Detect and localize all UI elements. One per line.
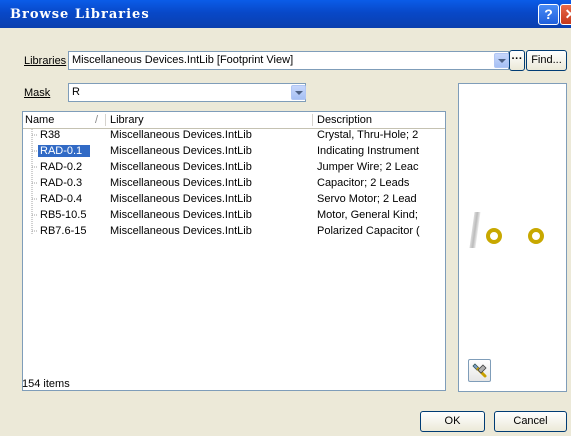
row-library: Miscellaneous Devices.IntLib [110,177,252,189]
row-library: Miscellaneous Devices.IntLib [110,145,252,157]
find-button[interactable]: Find... [526,50,567,71]
column-divider[interactable] [312,114,313,126]
row-library: Miscellaneous Devices.IntLib [110,209,252,221]
row-description: Crystal, Thru-Hole; 2 [317,129,419,141]
table-row[interactable]: RAD-0.3 Miscellaneous Devices.IntLib Cap… [23,176,445,190]
row-description: Motor, General Kind; [317,209,418,221]
chevron-down-icon[interactable] [291,85,306,100]
row-description: Polarized Capacitor ( [317,225,420,237]
mask-combo[interactable]: R [68,83,306,102]
column-header-description[interactable]: Description [317,114,372,126]
chevron-down-icon[interactable] [494,53,509,68]
table-row[interactable]: RB5-10.5 Miscellaneous Devices.IntLib Mo… [23,208,445,222]
row-name: RAD-0.2 [40,161,83,173]
help-button[interactable]: ? [538,4,559,25]
libraries-combo[interactable]: Miscellaneous Devices.IntLib [Footprint … [68,51,509,70]
mask-value: R [72,86,80,98]
browse-ellipsis-button[interactable]: ··· [509,50,525,71]
table-row[interactable]: RB7.6-15 Miscellaneous Devices.IntLib Po… [23,224,445,238]
footprint-preview[interactable] [458,83,567,392]
row-name: RAD-0.4 [40,193,83,205]
ok-button[interactable]: OK [420,411,485,432]
row-name: R38 [40,129,61,141]
wrench-glyph [472,363,487,378]
window-title: Browse Libraries [10,7,150,22]
pad-icon [486,228,502,244]
row-name: RAD-0.3 [40,177,83,189]
row-library: Miscellaneous Devices.IntLib [110,225,252,237]
libraries-label: Libraries [24,55,67,67]
item-count: 154 items [22,378,70,390]
row-name: RAD-0.1 [37,144,91,158]
table-row-selected[interactable]: RAD-0.1 Miscellaneous Devices.IntLib Ind… [23,144,445,158]
row-library: Miscellaneous Devices.IntLib [110,161,252,173]
table-row[interactable]: RAD-0.4 Miscellaneous Devices.IntLib Ser… [23,192,445,206]
row-description: Servo Motor; 2 Lead [317,193,417,205]
libraries-value: Miscellaneous Devices.IntLib [Footprint … [72,54,294,66]
column-divider[interactable] [105,114,106,126]
title-bar[interactable]: Browse Libraries ? ✕ [0,0,571,28]
components-list[interactable]: Name / Library Description R38 Miscellan… [22,111,446,391]
row-description: Jumper Wire; 2 Leac [317,161,419,173]
close-button[interactable]: ✕ [560,4,571,25]
row-library: Miscellaneous Devices.IntLib [110,129,252,141]
row-name: RB7.6-15 [40,225,87,237]
row-name: RB5-10.5 [40,209,87,221]
browse-libraries-dialog: Browse Libraries ? ✕ Libraries Miscellan… [0,0,571,436]
pad-icon [528,228,544,244]
preview-silkscreen-mark [469,212,481,248]
mask-label: Mask [24,87,51,99]
cancel-button[interactable]: Cancel [494,411,567,432]
table-row[interactable]: RAD-0.2 Miscellaneous Devices.IntLib Jum… [23,160,445,174]
wrench-icon[interactable] [468,359,491,382]
table-row[interactable]: R38 Miscellaneous Devices.IntLib Crystal… [23,128,445,142]
column-header-library[interactable]: Library [110,114,144,126]
sort-indicator-icon: / [95,114,99,126]
row-library: Miscellaneous Devices.IntLib [110,193,252,205]
list-header: Name / Library Description [23,112,445,129]
row-description: Indicating Instrument [317,145,420,157]
row-description: Capacitor; 2 Leads [317,177,410,189]
